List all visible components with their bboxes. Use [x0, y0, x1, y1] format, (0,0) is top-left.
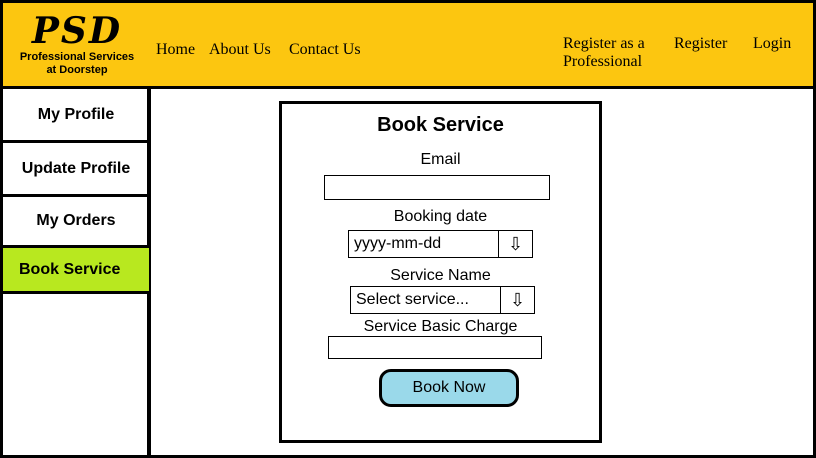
email-field[interactable]: [324, 175, 550, 200]
service-name-select[interactable]: Select service... ⇩: [350, 286, 535, 314]
book-service-form: Book Service Email Booking date yyyy-mm-…: [279, 101, 602, 443]
nav-home-link[interactable]: Home: [156, 41, 195, 59]
sidebar-item-book-service[interactable]: Book Service: [3, 248, 149, 294]
site-logo[interactable]: PSD Professional Services at Doorstep: [9, 11, 145, 77]
nav-contact-link[interactable]: Contact Us: [289, 41, 361, 59]
service-charge-label: Service Basic Charge: [363, 318, 518, 335]
register-pro-line2: Professional: [563, 53, 643, 70]
sidebar-item-my-profile[interactable]: My Profile: [3, 89, 149, 143]
date-dropdown-arrow-icon[interactable]: ⇩: [498, 231, 532, 257]
sidebar-item-update-profile[interactable]: Update Profile: [3, 143, 149, 197]
service-charge-field[interactable]: [328, 336, 542, 359]
booking-date-value: yyyy-mm-dd: [354, 235, 442, 252]
sidebar-item-my-orders[interactable]: My Orders: [3, 197, 149, 248]
sidebar: My Profile Update Profile My Orders Book…: [0, 89, 151, 458]
booking-date-label: Booking date: [393, 208, 488, 225]
email-label: Email: [420, 151, 461, 168]
book-now-button[interactable]: Book Now: [379, 369, 519, 407]
register-pro-line1: Register as a: [563, 35, 645, 52]
tagline-line2: at Doorstep: [46, 64, 108, 76]
form-title: Book Service: [377, 114, 504, 136]
tagline-line1: Professional Services: [19, 51, 135, 63]
nav-login-link[interactable]: Login: [753, 35, 791, 53]
service-name-label: Service Name: [390, 267, 491, 284]
service-name-value: Select service...: [356, 291, 469, 308]
nav-about-link[interactable]: About Us: [209, 41, 271, 59]
service-dropdown-arrow-icon[interactable]: ⇩: [500, 287, 534, 313]
nav-register-professional-link[interactable]: Register as a Professional: [563, 35, 645, 71]
nav-register-link[interactable]: Register: [674, 35, 727, 53]
booking-date-picker[interactable]: yyyy-mm-dd ⇩: [348, 230, 533, 258]
logo-text: PSD: [31, 10, 123, 52]
header-bar: PSD Professional Services at Doorstep Ho…: [0, 0, 816, 89]
